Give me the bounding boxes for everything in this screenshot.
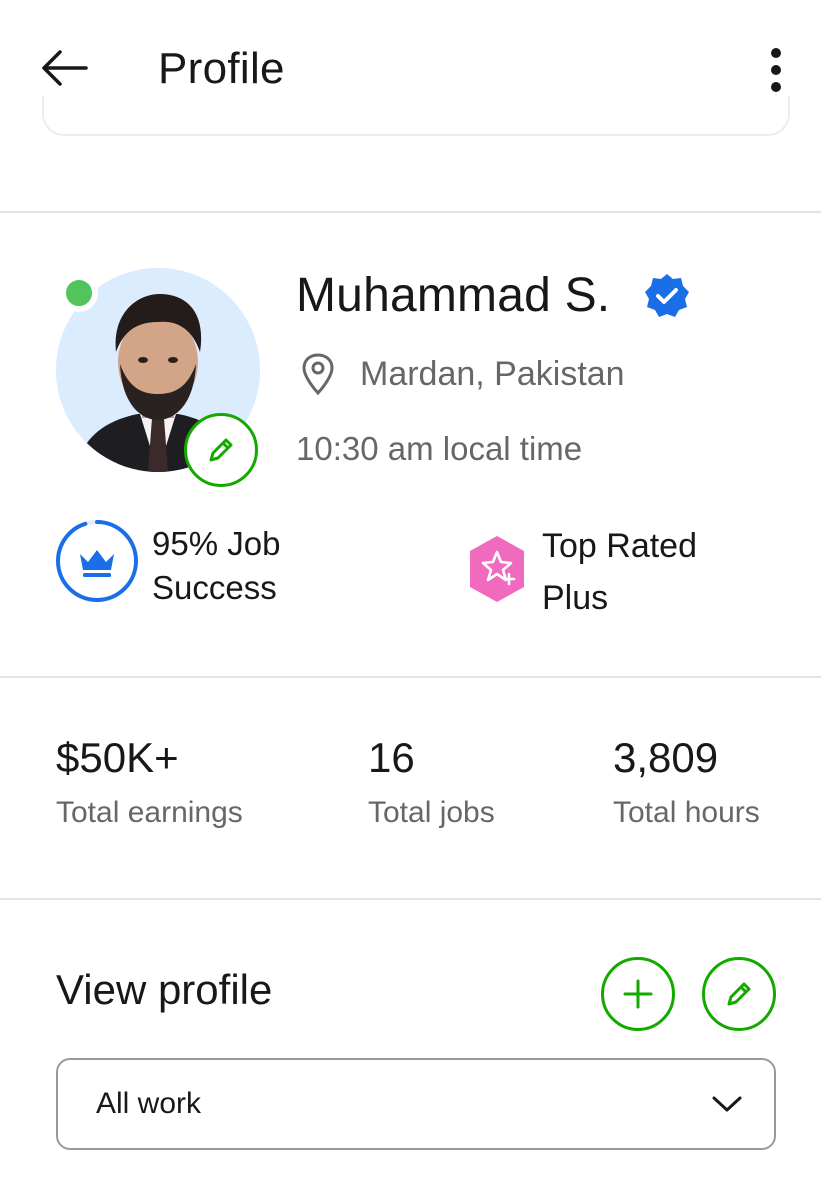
chevron-down-icon — [712, 1096, 742, 1112]
section-divider — [0, 898, 821, 900]
top-rated-line1: Top Rated — [542, 527, 697, 565]
more-options-button[interactable] — [752, 40, 800, 100]
stat-value: 3,809 — [613, 734, 719, 781]
collapsed-card-edge — [42, 96, 790, 136]
online-status-indicator — [60, 274, 98, 312]
stats-row: $50K+ Total earnings 16 Total jobs 3,809… — [0, 734, 821, 854]
stat-label: Total earnings — [56, 796, 243, 829]
stat-total-jobs: 16 Total jobs — [368, 734, 495, 830]
dropdown-selected-value: All work — [96, 1087, 202, 1120]
stat-total-hours: 3,809 Total hours — [613, 734, 760, 830]
job-success-line2: Success — [152, 569, 277, 606]
top-rated-plus-badge[interactable]: Top Rated Plus — [466, 520, 697, 624]
location-row: Mardan, Pakistan — [300, 352, 625, 396]
section-divider — [0, 676, 821, 678]
add-button[interactable] — [601, 957, 675, 1031]
app-header: Profile — [0, 0, 821, 140]
crown-icon — [56, 520, 138, 602]
stat-label: Total jobs — [368, 796, 495, 829]
profile-avatar-area — [56, 268, 260, 487]
more-vertical-icon — [771, 48, 781, 92]
map-pin-icon — [302, 353, 334, 396]
pencil-icon — [727, 982, 751, 1006]
job-success-line1: 95% Job — [152, 525, 281, 562]
verified-badge-icon — [645, 273, 690, 317]
arrow-left-icon — [42, 50, 88, 86]
stat-value: 16 — [368, 734, 415, 781]
stat-label: Total hours — [613, 796, 760, 829]
page-title: Profile — [158, 44, 285, 93]
section-divider — [0, 211, 821, 213]
name-row: Muhammad S. — [296, 268, 692, 323]
stat-total-earnings: $50K+ Total earnings — [56, 734, 243, 830]
back-button[interactable] — [36, 40, 92, 96]
star-plus-icon — [470, 536, 524, 602]
location-text: Mardan, Pakistan — [360, 354, 625, 393]
edit-avatar-button[interactable] — [184, 413, 258, 487]
work-filter-dropdown[interactable]: All work — [56, 1058, 776, 1150]
job-success-badge[interactable]: 95% Job Success — [54, 518, 280, 610]
profile-name: Muhammad S. — [296, 269, 611, 322]
local-time: 10:30 am local time — [296, 430, 583, 467]
pencil-icon — [209, 438, 233, 462]
edit-profile-button[interactable] — [702, 957, 776, 1031]
plus-icon — [623, 979, 653, 1009]
stat-value: $50K+ — [56, 734, 179, 781]
view-profile-title: View profile — [56, 966, 273, 1013]
top-rated-line2: Plus — [542, 579, 609, 617]
verified-badge — [642, 271, 692, 321]
